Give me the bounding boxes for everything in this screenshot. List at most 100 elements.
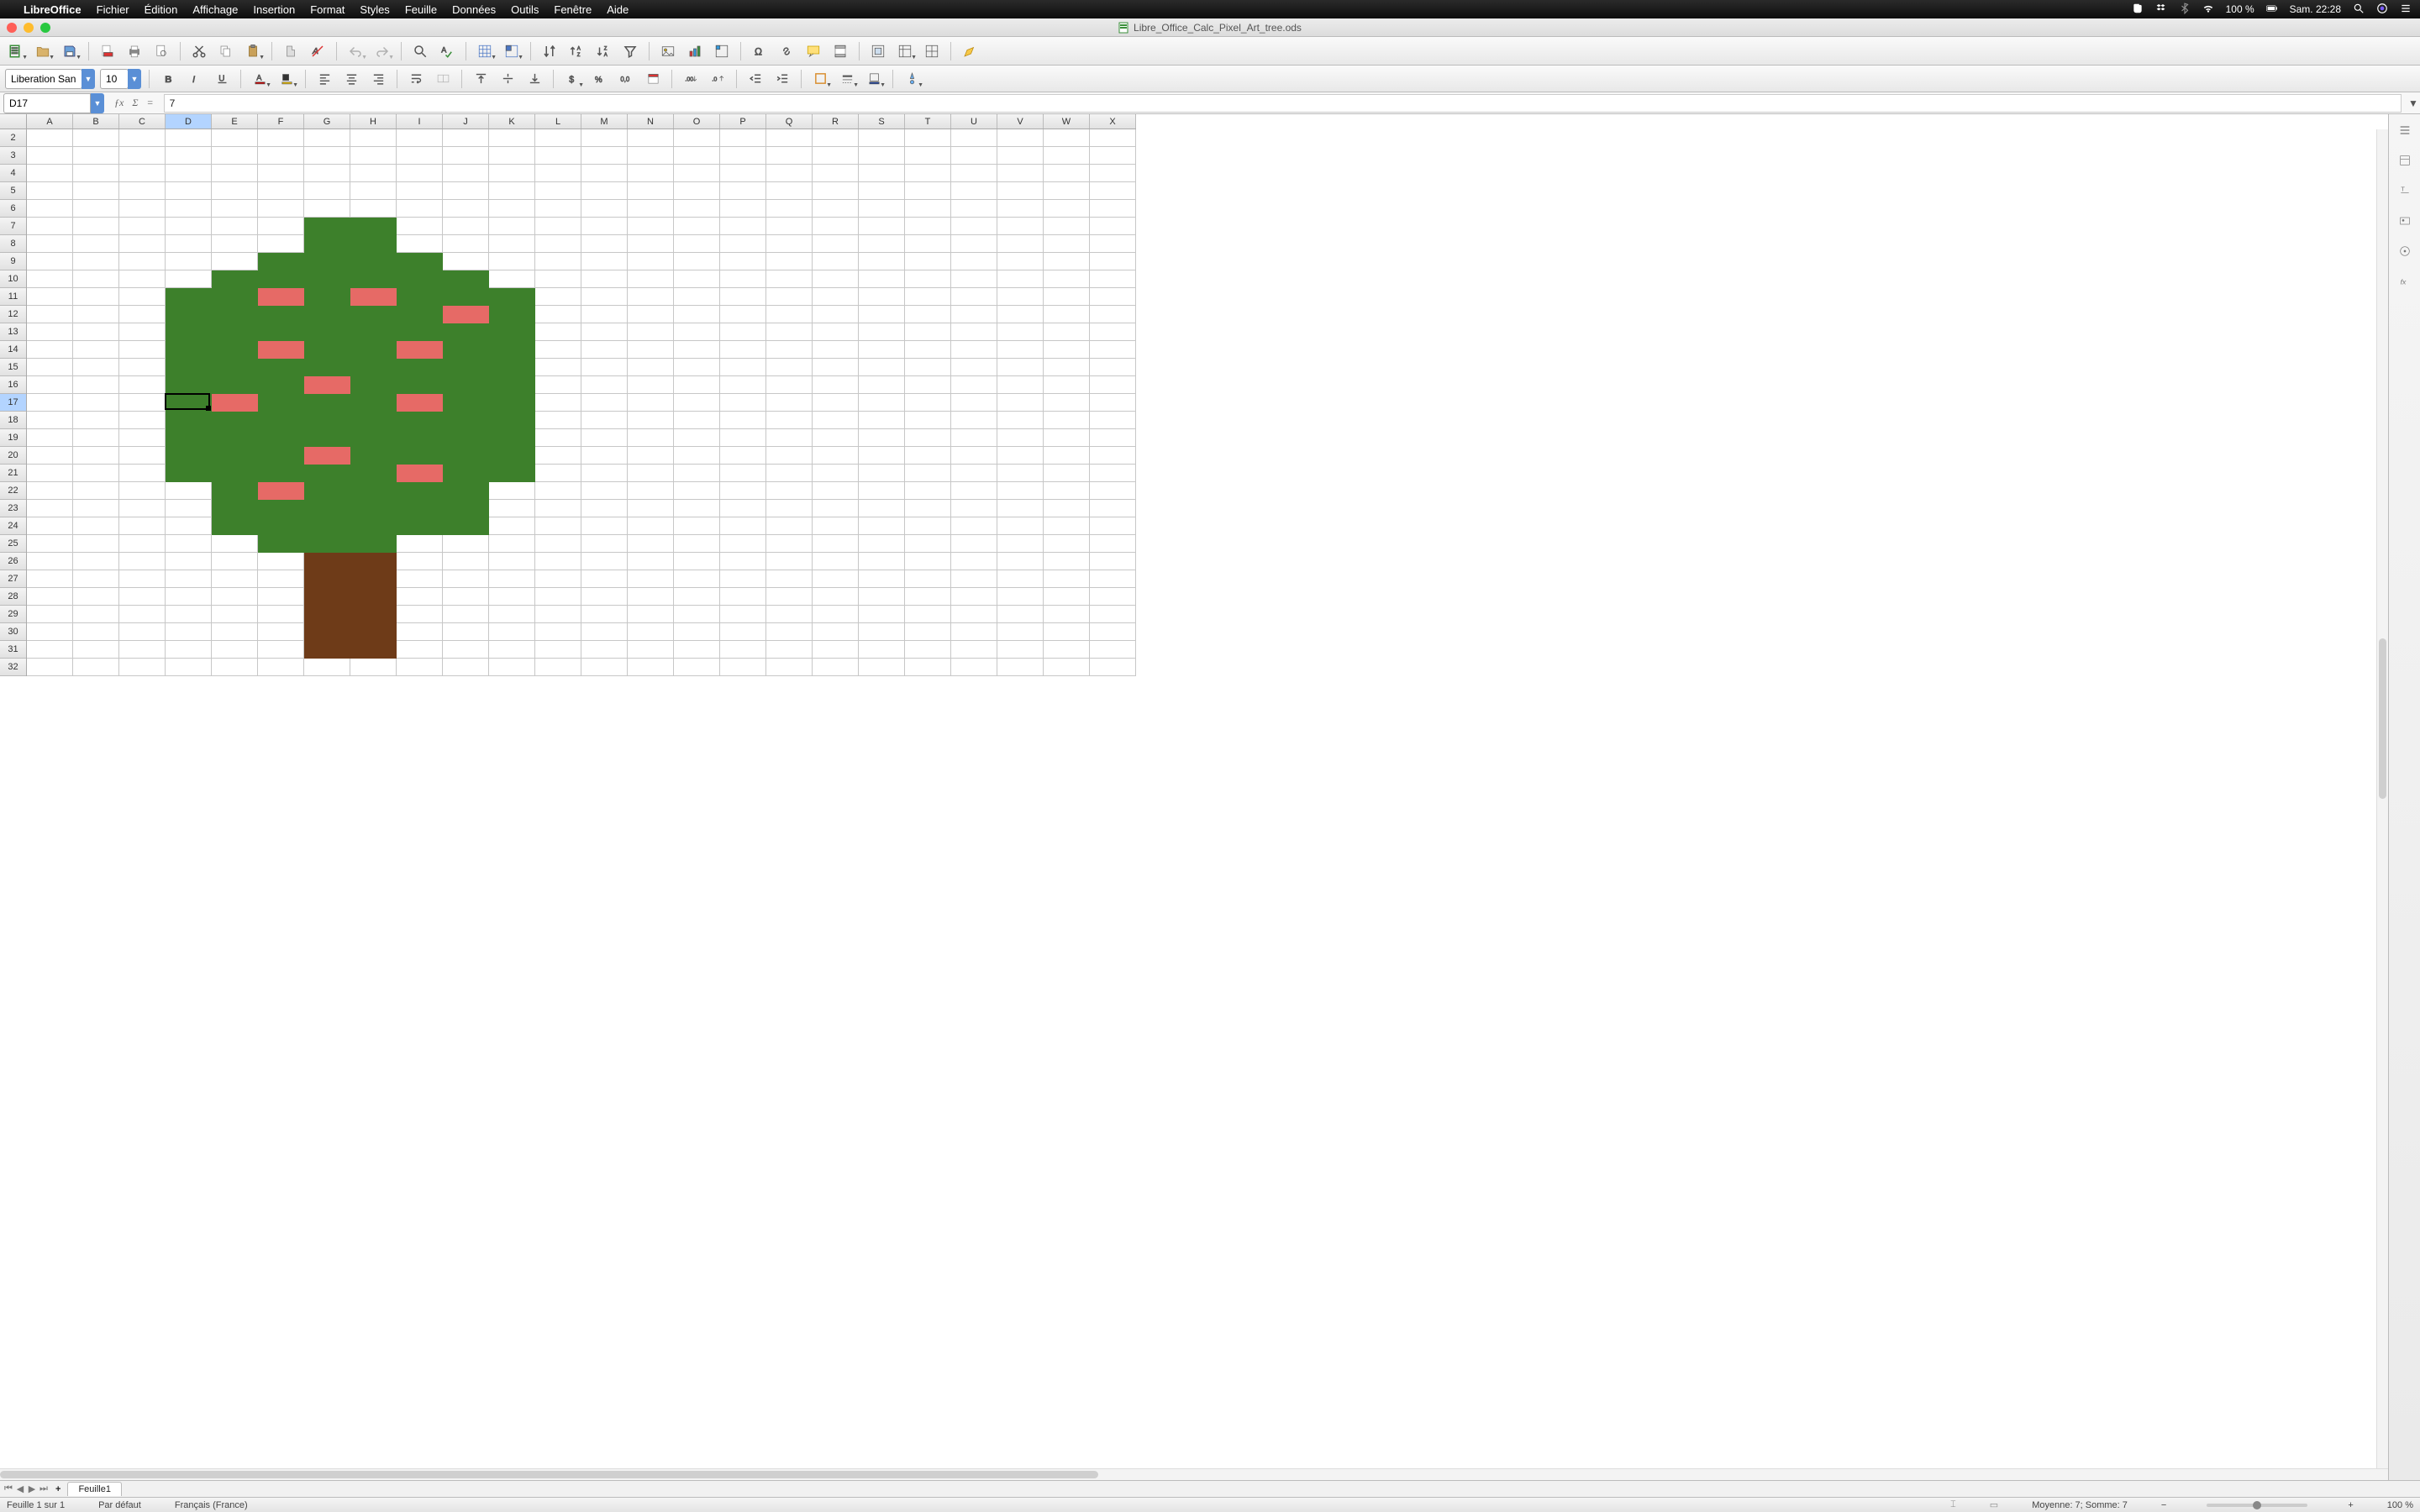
- cell-B27[interactable]: [73, 570, 119, 588]
- cell-M18[interactable]: [581, 412, 628, 429]
- cell-T12[interactable]: [905, 306, 951, 323]
- cell-G20[interactable]: [304, 447, 350, 465]
- cell-O28[interactable]: [674, 588, 720, 606]
- row-header-4[interactable]: 4: [0, 165, 26, 182]
- cell-L6[interactable]: [535, 200, 581, 218]
- cell-E5[interactable]: [212, 182, 258, 200]
- cell-C9[interactable]: [119, 253, 166, 270]
- cell-F23[interactable]: [258, 500, 304, 517]
- split-window-button[interactable]: [921, 40, 943, 62]
- cell-B7[interactable]: [73, 218, 119, 235]
- cell-N12[interactable]: [628, 306, 674, 323]
- cell-P4[interactable]: [720, 165, 766, 182]
- cell-R19[interactable]: [813, 429, 859, 447]
- cell-X4[interactable]: [1090, 165, 1136, 182]
- cell-C3[interactable]: [119, 147, 166, 165]
- cell-W20[interactable]: [1044, 447, 1090, 465]
- align-top-button[interactable]: [470, 68, 492, 90]
- cell-R6[interactable]: [813, 200, 859, 218]
- cell-D16[interactable]: [166, 376, 212, 394]
- cell-I29[interactable]: [397, 606, 443, 623]
- cell-U31[interactable]: [951, 641, 997, 659]
- cell-U19[interactable]: [951, 429, 997, 447]
- cell-N24[interactable]: [628, 517, 674, 535]
- sheet-nav-first-icon[interactable]: ⏮: [3, 1483, 13, 1494]
- cell-B8[interactable]: [73, 235, 119, 253]
- insert-comment-button[interactable]: [802, 40, 824, 62]
- cell-M2[interactable]: [581, 129, 628, 147]
- cell-M6[interactable]: [581, 200, 628, 218]
- cell-U12[interactable]: [951, 306, 997, 323]
- row-header-18[interactable]: 18: [0, 412, 26, 429]
- cell-J17[interactable]: [443, 394, 489, 412]
- cell-X32[interactable]: [1090, 659, 1136, 676]
- cell-E17[interactable]: [212, 394, 258, 412]
- select-all-corner[interactable]: [0, 114, 27, 129]
- row-header-20[interactable]: 20: [0, 447, 26, 465]
- cell-H25[interactable]: [350, 535, 397, 553]
- italic-button[interactable]: I: [184, 68, 206, 90]
- cell-V8[interactable]: [997, 235, 1044, 253]
- cell-F20[interactable]: [258, 447, 304, 465]
- cell-R17[interactable]: [813, 394, 859, 412]
- cell-E14[interactable]: [212, 341, 258, 359]
- cell-O8[interactable]: [674, 235, 720, 253]
- column-header-D[interactable]: D: [166, 114, 212, 129]
- cell-R7[interactable]: [813, 218, 859, 235]
- cell-P16[interactable]: [720, 376, 766, 394]
- cell-R26[interactable]: [813, 553, 859, 570]
- cell-H15[interactable]: [350, 359, 397, 376]
- autofilter-button[interactable]: [619, 40, 641, 62]
- cell-R18[interactable]: [813, 412, 859, 429]
- cell-V16[interactable]: [997, 376, 1044, 394]
- cell-L28[interactable]: [535, 588, 581, 606]
- cell-U15[interactable]: [951, 359, 997, 376]
- cell-X25[interactable]: [1090, 535, 1136, 553]
- data-sources-button[interactable]: ▼: [894, 40, 916, 62]
- row-header-8[interactable]: 8: [0, 235, 26, 253]
- sheet-nav-last-icon[interactable]: ⏭: [39, 1483, 49, 1494]
- cell-J13[interactable]: [443, 323, 489, 341]
- cell-V13[interactable]: [997, 323, 1044, 341]
- new-button[interactable]: ▼: [5, 40, 27, 62]
- cell-G5[interactable]: [304, 182, 350, 200]
- cell-W3[interactable]: [1044, 147, 1090, 165]
- cell-Q30[interactable]: [766, 623, 813, 641]
- number-button[interactable]: 0,0: [615, 68, 637, 90]
- cell-N19[interactable]: [628, 429, 674, 447]
- cell-Q29[interactable]: [766, 606, 813, 623]
- cell-N18[interactable]: [628, 412, 674, 429]
- cell-S6[interactable]: [859, 200, 905, 218]
- cell-I26[interactable]: [397, 553, 443, 570]
- cell-O22[interactable]: [674, 482, 720, 500]
- sort-button[interactable]: [539, 40, 560, 62]
- cell-P31[interactable]: [720, 641, 766, 659]
- cell-A8[interactable]: [27, 235, 73, 253]
- cell-X9[interactable]: [1090, 253, 1136, 270]
- cell-H28[interactable]: [350, 588, 397, 606]
- cell-C29[interactable]: [119, 606, 166, 623]
- print-preview-button[interactable]: [150, 40, 172, 62]
- cell-S25[interactable]: [859, 535, 905, 553]
- cell-P17[interactable]: [720, 394, 766, 412]
- cell-N25[interactable]: [628, 535, 674, 553]
- cell-F4[interactable]: [258, 165, 304, 182]
- cell-I8[interactable]: [397, 235, 443, 253]
- increase-indent-button[interactable]: [771, 68, 793, 90]
- cell-U8[interactable]: [951, 235, 997, 253]
- cell-O29[interactable]: [674, 606, 720, 623]
- cell-U28[interactable]: [951, 588, 997, 606]
- row-header-21[interactable]: 21: [0, 465, 26, 482]
- cell-Q18[interactable]: [766, 412, 813, 429]
- cell-H16[interactable]: [350, 376, 397, 394]
- cell-B21[interactable]: [73, 465, 119, 482]
- cell-V19[interactable]: [997, 429, 1044, 447]
- cell-B28[interactable]: [73, 588, 119, 606]
- cell-U4[interactable]: [951, 165, 997, 182]
- wrap-text-button[interactable]: [405, 68, 427, 90]
- cell-S22[interactable]: [859, 482, 905, 500]
- cell-B31[interactable]: [73, 641, 119, 659]
- cell-T28[interactable]: [905, 588, 951, 606]
- cell-O15[interactable]: [674, 359, 720, 376]
- cell-H27[interactable]: [350, 570, 397, 588]
